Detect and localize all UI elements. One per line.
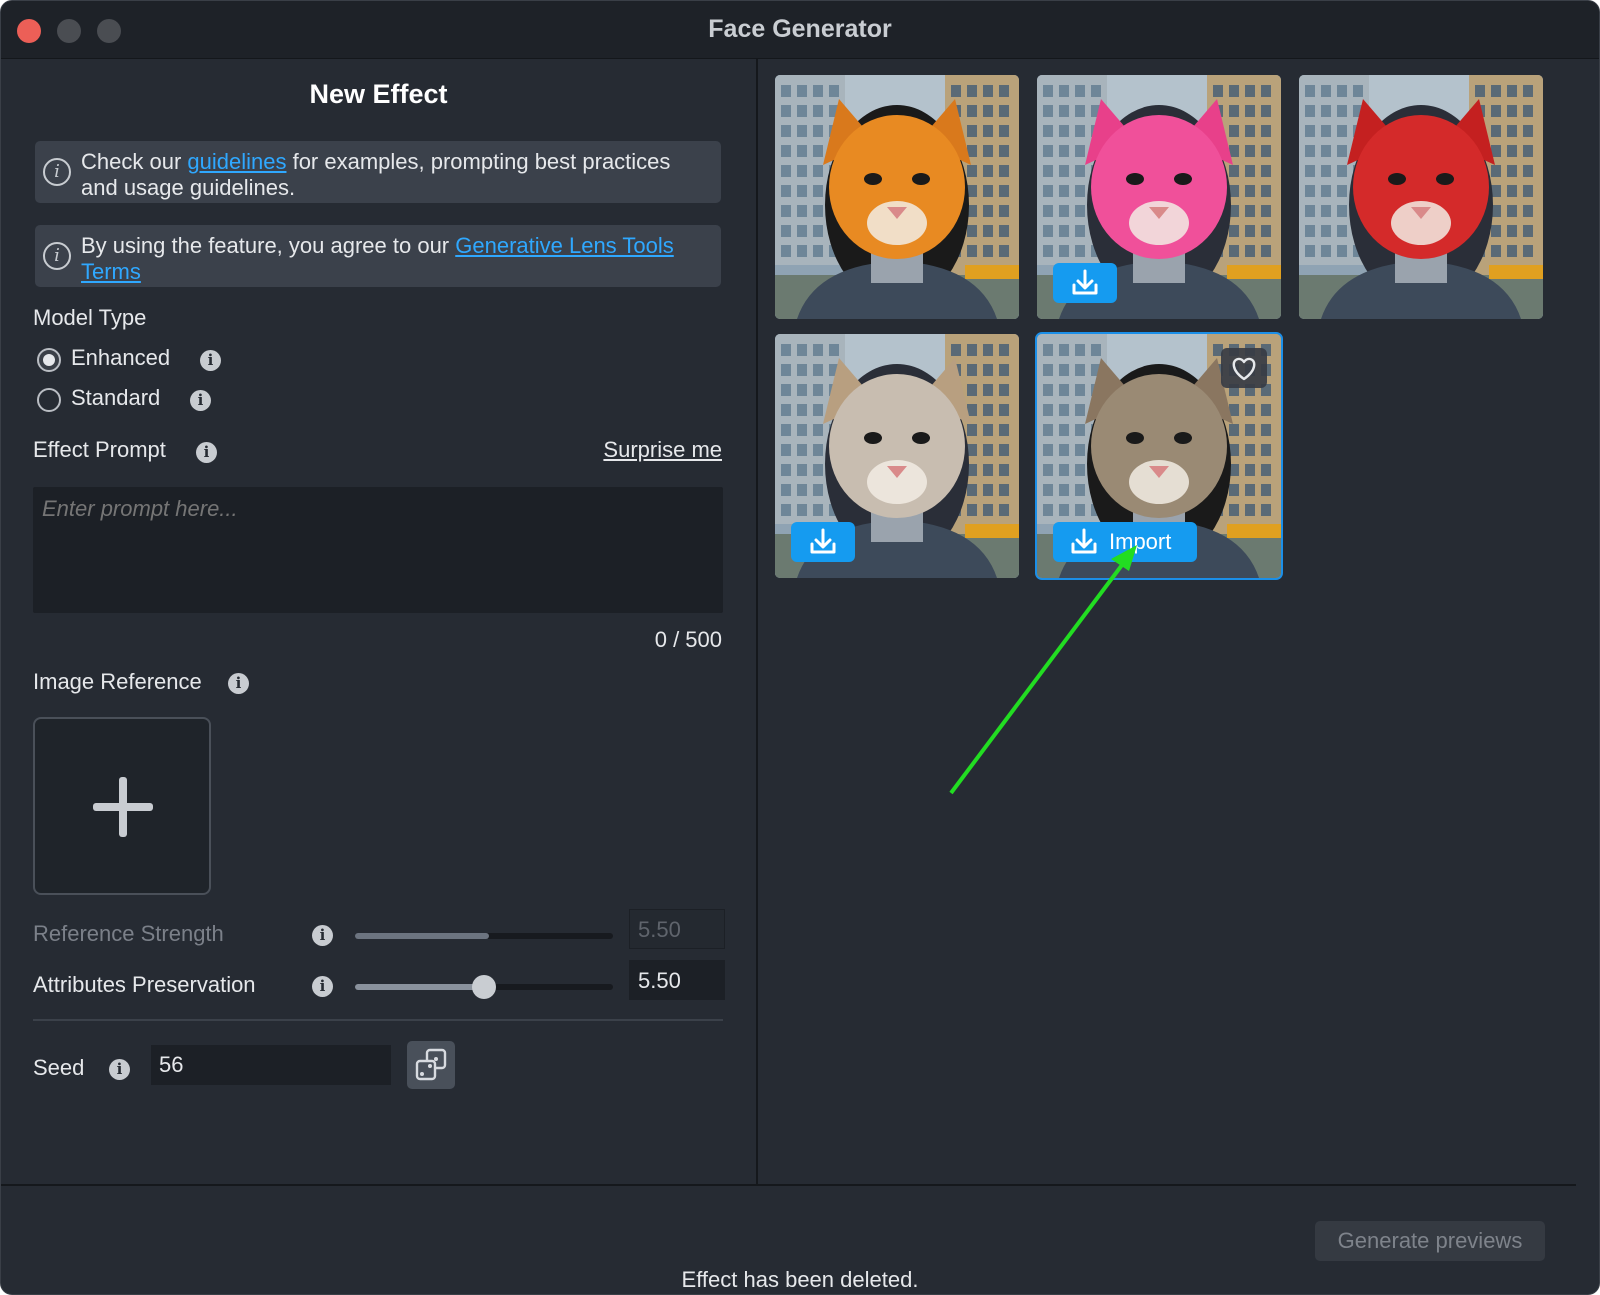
face-generator-window: Face Generator New Effect i Check our gu… — [0, 0, 1600, 1295]
generate-previews-button[interactable]: Generate previews — [1315, 1221, 1545, 1261]
status-message: Effect has been deleted. — [681, 1267, 919, 1292]
annotation-arrow — [949, 545, 1137, 795]
footer-divider — [1, 1184, 1576, 1186]
